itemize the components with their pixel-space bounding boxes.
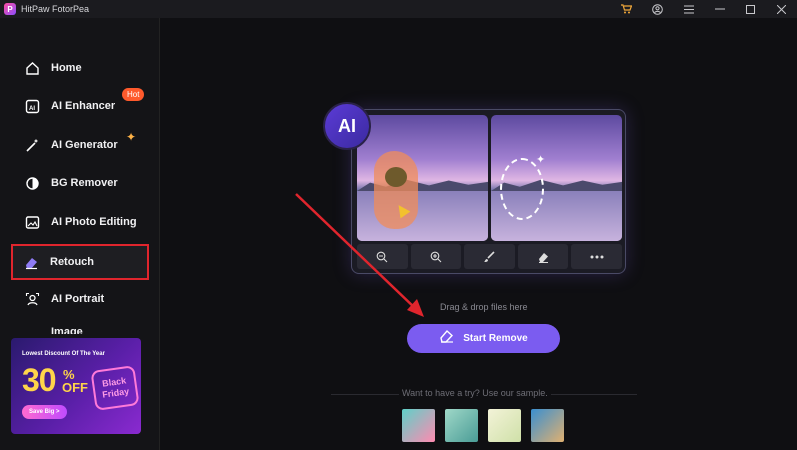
svg-text:AI: AI [29,106,35,112]
app-window: P HitPaw FotorPea Home AI AI Enhancer Ho… [0,0,797,450]
sidebar-item-home[interactable]: Home [14,51,148,85]
sidebar-item-label: AI Portrait [51,293,105,305]
account-icon[interactable] [642,0,673,18]
magic-wand-icon [23,136,41,154]
sidebar-item-image-partial[interactable]: Image [51,326,83,334]
retouch-preview-card: ✦ [351,109,626,274]
sample-thumbnail[interactable] [488,409,521,442]
sidebar-item-retouch[interactable]: Retouch [11,244,149,280]
drag-drop-hint: Drag & drop files here [440,302,528,312]
cart-icon[interactable] [611,0,642,18]
promo-off: OFF [62,380,88,395]
removed-area-outline [500,158,544,220]
bg-remover-icon [23,174,41,192]
promo-discount: 30 [22,362,57,398]
sidebar-item-label: AI Enhancer [51,100,116,112]
tree-shape [385,167,407,187]
sidebar-item-bg-remover[interactable]: BG Remover [14,166,148,200]
sidebar-item-label: AI Photo Editing [51,216,137,228]
sidebar-item-ai-photo-editing[interactable]: AI Photo Editing [14,205,148,239]
promo-tag-line2: Friday [101,386,130,400]
sample-thumbnails [402,409,564,442]
sidebar: Home AI AI Enhancer Hot AI Generator ✦ B… [0,18,160,450]
promo-banner[interactable]: Lowest Discount Of The Year 30 % OFF Bla… [11,338,141,434]
sparkle-icon: ✦ [126,130,137,144]
sidebar-item-ai-portrait[interactable]: AI Portrait [14,282,148,316]
photo-edit-icon [23,213,41,231]
before-image [357,115,488,241]
app-logo: P [4,3,16,15]
black-friday-tag: Black Friday [90,365,140,411]
promo-save-button[interactable]: Save Big > [22,405,67,419]
brush-icon [464,244,515,269]
sample-thumbnail[interactable] [402,409,435,442]
eraser-icon [22,253,40,271]
minimize-icon[interactable] [704,0,735,18]
preview-toolbar [357,244,622,269]
home-icon [23,59,41,77]
window-controls [611,0,797,18]
sidebar-item-label: AI Generator [51,139,118,151]
ai-enhancer-icon: AI [23,97,41,115]
portrait-icon [23,290,41,308]
after-image: ✦ [491,115,622,241]
selection-mask [374,151,418,229]
sidebar-item-label: BG Remover [51,177,118,189]
title-bar: P HitPaw FotorPea [0,0,797,18]
main-content: ✦ AI Drag & drop files here Start Remove… [161,18,797,450]
start-remove-label: Start Remove [463,333,528,344]
sample-thumbnail[interactable] [445,409,478,442]
close-icon[interactable] [766,0,797,18]
zoom-out-icon [357,244,408,269]
zoom-in-icon [410,244,462,269]
sidebar-item-label: Home [51,62,82,74]
start-remove-button[interactable]: Start Remove [407,324,560,353]
ai-badge: AI [323,102,371,150]
sidebar-item-label: Retouch [50,256,94,268]
maximize-icon[interactable] [735,0,766,18]
eraser-icon [439,329,455,348]
menu-icon[interactable] [673,0,704,18]
sparkle-icon: ✦ [536,154,546,166]
eraser-icon [517,244,569,269]
app-title: HitPaw FotorPea [21,4,90,14]
hot-badge: Hot [122,88,145,101]
sample-hint: Want to have a try? Use our sample. [399,388,551,398]
promo-title: Lowest Discount Of The Year [22,351,105,357]
more-icon [571,244,622,269]
sample-thumbnail[interactable] [531,409,564,442]
